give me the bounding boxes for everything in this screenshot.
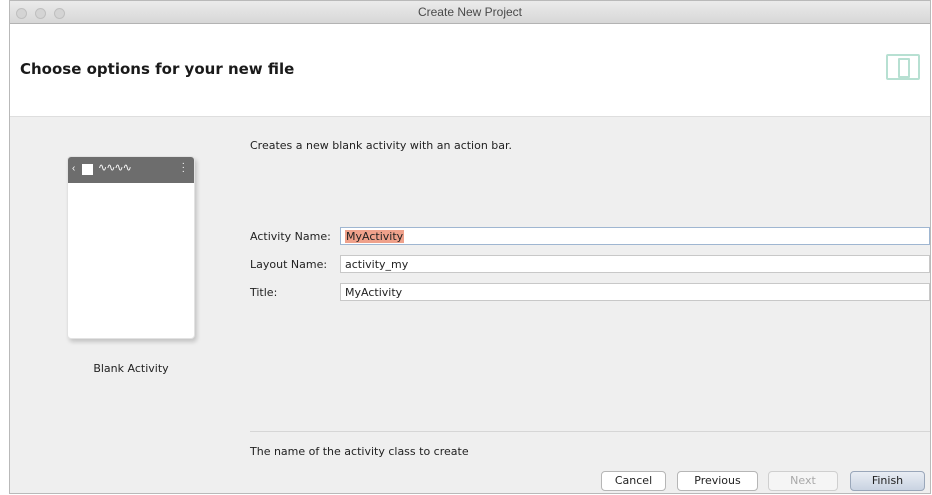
title-row: Title:: [250, 283, 930, 303]
window-title: Create New Project: [417, 5, 523, 19]
overflow-menu-icon: · · ·: [181, 158, 185, 177]
field-hint: The name of the activity class to create: [250, 445, 469, 458]
title-bar: Create New Project: [10, 1, 930, 24]
activity-preview: ‹ ∿∿∿∿ · · ·: [67, 156, 195, 339]
chevron-left-icon: ‹: [72, 163, 76, 174]
page-title: Choose options for your new file: [20, 60, 295, 78]
footer-divider: [250, 431, 930, 432]
layout-name-row: Layout Name:: [250, 255, 930, 275]
title-placeholder-icon: ∿∿∿∿: [98, 162, 132, 174]
preview-action-bar: ‹ ∿∿∿∿ · · ·: [68, 157, 194, 183]
android-app-icon: [886, 54, 920, 80]
title-input[interactable]: [340, 283, 930, 301]
finish-button[interactable]: Finish: [850, 471, 925, 491]
activity-name-label: Activity Name:: [250, 230, 331, 243]
previous-button[interactable]: Previous: [677, 471, 758, 491]
layout-name-input[interactable]: [340, 255, 930, 273]
activity-name-row: Activity Name: MyActivity: [250, 227, 930, 247]
create-project-window: Create New Project Choose options for yo…: [9, 0, 931, 494]
activity-name-input[interactable]: [340, 227, 930, 245]
template-label: Blank Activity: [93, 362, 169, 375]
page-header: Choose options for your new file: [10, 24, 930, 117]
title-label: Title:: [250, 286, 278, 299]
app-logo-icon: [82, 164, 93, 175]
cancel-button[interactable]: Cancel: [601, 471, 666, 491]
template-description: Creates a new blank activity with an act…: [250, 139, 513, 152]
next-button[interactable]: Next: [768, 471, 838, 491]
activity-name-selected-text: MyActivity: [345, 230, 405, 243]
layout-name-label: Layout Name:: [250, 258, 328, 271]
